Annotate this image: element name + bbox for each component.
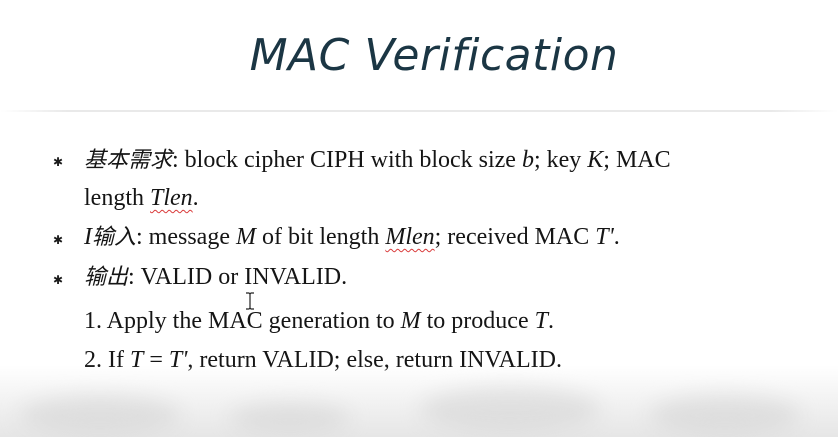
slide: MAC Verification ✱ 基本需求: block cipher CI…	[0, 0, 838, 437]
bullet-2-var-m: M	[236, 224, 256, 250]
bullet-1-text: : block cipher CIPH with block size	[172, 147, 522, 173]
step-1-var-m: M	[400, 308, 421, 334]
bullet-2-text: of bit length	[256, 224, 386, 250]
bullet-2-line: I输入: message M of bit length Mlen; recei…	[84, 225, 620, 249]
bullet-1-label: 基本需求	[84, 148, 173, 173]
bullet-2-var-mlen: Mlen	[385, 224, 435, 250]
bullet-2-label: 输入	[92, 225, 137, 250]
bullet-2-var-tprime: T'	[595, 224, 614, 250]
step-1-text: .	[547, 308, 554, 334]
bullet-3-label: 输出	[84, 265, 129, 290]
bullet-2-text: ; received MAC	[434, 224, 596, 250]
step-1-text: to produce	[420, 308, 535, 334]
bullet-1-text: ; key	[533, 147, 588, 173]
bullet-1-var-k: K	[587, 147, 604, 173]
bullet-icon: ✱	[53, 155, 64, 169]
bullet-1-continuation: length	[84, 185, 150, 211]
bullet-2-label-prefix: I	[84, 224, 92, 250]
i-beam-cursor-icon	[246, 292, 254, 310]
bullet-2-text: : message	[136, 224, 236, 250]
step-1: 1. Apply the MAC generation to M to prod…	[84, 309, 554, 333]
bullet-icon: ✱	[53, 233, 64, 247]
bullet-2-text: .	[613, 224, 620, 250]
bullet-1-line-2: length Tlen.	[84, 186, 199, 210]
bullet-3-line: 输出: VALID or INVALID.	[84, 265, 347, 289]
footer-decoration	[0, 365, 838, 437]
bullet-1-var-b: b	[521, 147, 534, 173]
bullet-1-continuation: .	[192, 185, 199, 211]
step-1-text: 1. Apply the MAC generation to	[84, 308, 401, 334]
bullet-icon: ✱	[53, 273, 64, 287]
step-1-var-t: T	[534, 308, 548, 334]
bullet-1-text: ; MAC	[603, 147, 671, 173]
bullet-3-text: : VALID or INVALID.	[128, 264, 348, 290]
bullet-1-var-tlen: Tlen	[150, 185, 193, 211]
bullet-1-line-1: 基本需求: block cipher CIPH with block size …	[84, 148, 671, 172]
